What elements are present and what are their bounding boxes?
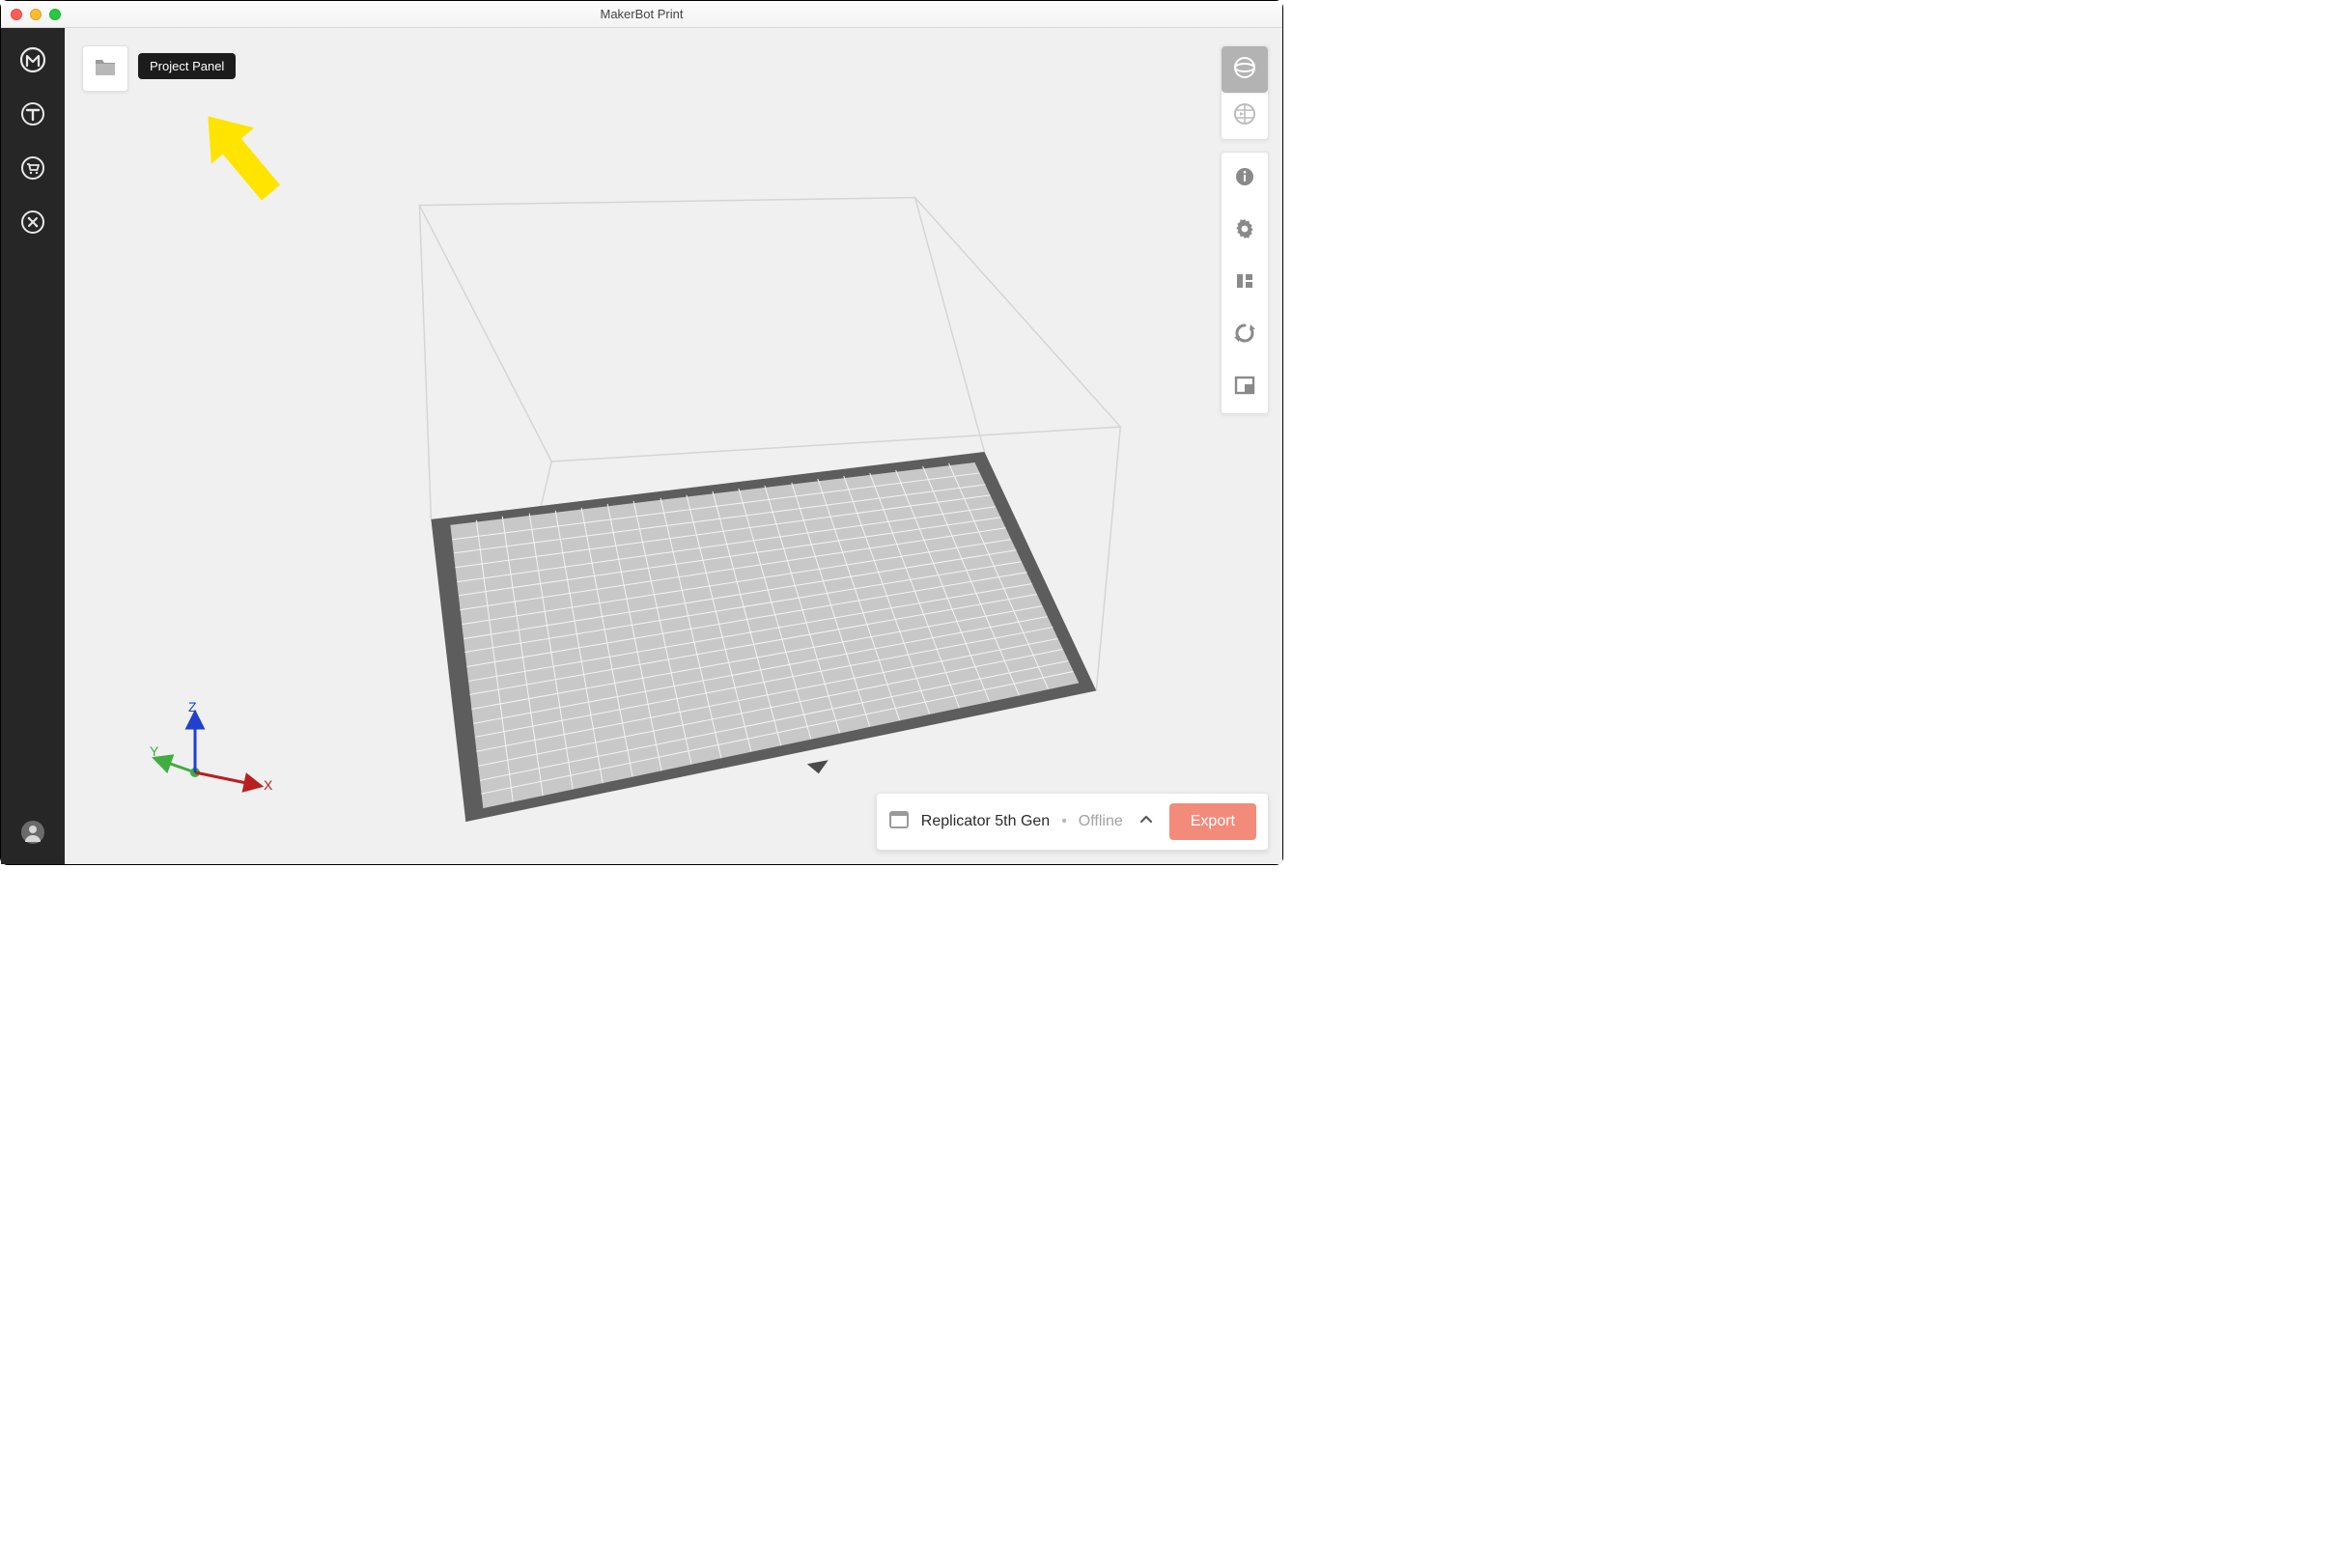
view-layer-button[interactable] (1222, 93, 1268, 139)
thingiverse-icon[interactable] (18, 99, 47, 128)
viewport-3d[interactable]: Project Panel X Y Z (65, 28, 1282, 864)
axis-gizmo: X Y Z (142, 700, 277, 806)
arrange-button[interactable] (1222, 257, 1268, 309)
export-button[interactable]: Export (1169, 803, 1256, 840)
left-sidebar (1, 28, 65, 864)
printer-icon (888, 810, 910, 834)
store-icon[interactable] (18, 154, 47, 182)
info-button[interactable] (1222, 153, 1268, 205)
tools-icon[interactable] (18, 208, 47, 237)
project-panel-tooltip: Project Panel (138, 53, 236, 79)
expand-printer-panel-button[interactable] (1135, 808, 1158, 836)
printer-status-bar: Replicator 5th Gen • Offline Export (876, 793, 1269, 851)
window-controls (11, 9, 61, 20)
refresh-icon (1233, 322, 1256, 350)
project-panel-button[interactable] (82, 45, 128, 92)
printer-name: Replicator 5th Gen (921, 813, 1050, 830)
view-mode-panel (1221, 45, 1269, 140)
axis-y-label: Y (150, 743, 159, 759)
chevron-up-icon (1138, 815, 1154, 831)
axis-z-label: Z (188, 700, 197, 714)
separator-dot: • (1061, 813, 1067, 830)
makerbot-logo-icon[interactable] (18, 45, 47, 74)
printer-status-text: Offline (1079, 813, 1123, 830)
titlebar: MakerBot Print (1, 1, 1282, 28)
gear-icon (1233, 217, 1256, 245)
window-title: MakerBot Print (1, 7, 1282, 21)
place-face-icon (1233, 374, 1256, 402)
account-icon[interactable] (18, 818, 47, 847)
layers-icon (1232, 101, 1257, 131)
folder-icon (94, 56, 117, 82)
close-window-button[interactable] (11, 9, 22, 20)
minimize-window-button[interactable] (30, 9, 42, 20)
sphere-icon (1232, 55, 1257, 85)
refresh-button[interactable] (1222, 309, 1268, 361)
info-icon (1234, 166, 1255, 192)
settings-button[interactable] (1222, 205, 1268, 257)
arrange-icon (1233, 269, 1256, 297)
maximize-window-button[interactable] (49, 9, 61, 20)
view-solid-button[interactable] (1222, 46, 1268, 93)
axis-x-label: X (264, 777, 273, 793)
right-tool-panels (1221, 45, 1269, 414)
place-face-button[interactable] (1222, 361, 1268, 413)
object-tools-panel (1221, 152, 1269, 414)
main-area: Project Panel X Y Z (1, 28, 1282, 864)
